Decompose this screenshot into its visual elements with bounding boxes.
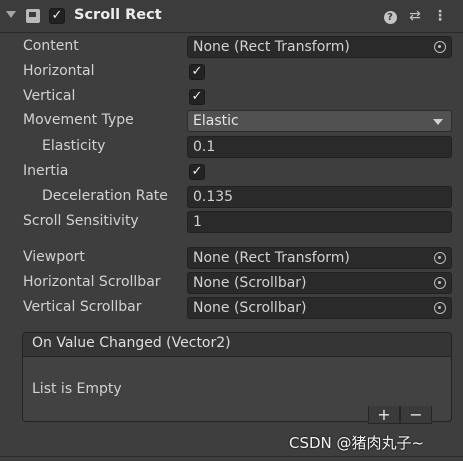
object-picker-icon[interactable] — [434, 41, 446, 53]
vertical-scrollbar-field[interactable]: None (Scrollbar) — [187, 297, 452, 319]
divider — [0, 456, 463, 457]
horizontal-row: Horizontal ✓ — [0, 61, 463, 83]
foldout-arrow-icon[interactable] — [6, 11, 16, 18]
content-row: Content None (Rect Transform) — [0, 36, 463, 58]
vertical-row: Vertical ✓ — [0, 86, 463, 108]
deceleration-rate-value: 0.135 — [193, 189, 234, 205]
kebab-menu-icon[interactable]: ⋮ — [432, 8, 448, 24]
vertical-scrollbar-row: Vertical Scrollbar None (Scrollbar) — [0, 297, 463, 319]
movement-type-label: Movement Type — [23, 112, 134, 128]
event-empty-text: List is Empty — [32, 381, 122, 397]
elasticity-value: 0.1 — [193, 139, 216, 155]
component-header: ✓ Scroll Rect ? ⇄ ⋮ — [0, 0, 463, 33]
presets-icon[interactable]: ⇄ — [407, 8, 423, 24]
inertia-label: Inertia — [23, 163, 69, 179]
event-title: On Value Changed (Vector2) — [32, 335, 231, 351]
object-picker-icon[interactable] — [434, 252, 446, 264]
vertical-checkbox[interactable]: ✓ — [189, 89, 205, 105]
elasticity-field[interactable]: 0.1 — [187, 136, 452, 158]
inertia-row: Inertia ✓ — [0, 161, 463, 183]
object-picker-icon[interactable] — [434, 302, 446, 314]
vertical-label: Vertical — [23, 88, 76, 104]
horizontal-scrollbar-field[interactable]: None (Scrollbar) — [187, 272, 452, 294]
component-icon — [26, 9, 40, 23]
scroll-sensitivity-row: Scroll Sensitivity 1 — [0, 211, 463, 233]
scroll-sensitivity-value: 1 — [193, 214, 202, 230]
scroll-sensitivity-field[interactable]: 1 — [187, 211, 452, 233]
add-listener-button[interactable]: + — [368, 406, 400, 424]
component-enabled-checkbox[interactable]: ✓ — [49, 8, 65, 24]
deceleration-rate-label: Deceleration Rate — [42, 188, 168, 204]
inertia-checkbox[interactable]: ✓ — [189, 164, 205, 180]
deceleration-rate-field[interactable]: 0.135 — [187, 186, 452, 208]
vertical-scrollbar-label: Vertical Scrollbar — [23, 299, 142, 315]
movement-type-value: Elastic — [193, 113, 239, 129]
viewport-object-field[interactable]: None (Rect Transform) — [187, 247, 452, 269]
horizontal-scrollbar-row: Horizontal Scrollbar None (Scrollbar) — [0, 272, 463, 294]
event-header: On Value Changed (Vector2) — [23, 333, 451, 357]
content-object-field[interactable]: None (Rect Transform) — [187, 36, 452, 58]
object-picker-icon[interactable] — [434, 277, 446, 289]
horizontal-label: Horizontal — [23, 63, 95, 79]
viewport-label: Viewport — [23, 249, 85, 265]
horizontal-checkbox[interactable]: ✓ — [189, 64, 205, 80]
movement-type-row: Movement Type Elastic — [0, 110, 463, 132]
elasticity-row: Elasticity 0.1 — [0, 136, 463, 158]
viewport-value: None (Rect Transform) — [193, 250, 350, 266]
scroll-sensitivity-label: Scroll Sensitivity — [23, 213, 139, 229]
checkmark-icon: ✓ — [51, 8, 63, 23]
horizontal-scrollbar-value: None (Scrollbar) — [193, 275, 307, 291]
content-label: Content — [23, 38, 79, 54]
elasticity-label: Elasticity — [42, 138, 106, 154]
component-title: Scroll Rect — [74, 7, 162, 23]
content-value: None (Rect Transform) — [193, 39, 350, 55]
minus-icon: − — [409, 405, 423, 424]
remove-listener-button[interactable]: − — [400, 406, 432, 424]
plus-icon: + — [377, 405, 391, 424]
help-icon[interactable]: ? — [382, 8, 398, 24]
deceleration-rate-row: Deceleration Rate 0.135 — [0, 186, 463, 208]
chevron-down-icon — [433, 119, 443, 125]
vertical-scrollbar-value: None (Scrollbar) — [193, 300, 307, 316]
viewport-row: Viewport None (Rect Transform) — [0, 247, 463, 269]
horizontal-scrollbar-label: Horizontal Scrollbar — [23, 274, 161, 290]
movement-type-dropdown[interactable]: Elastic — [187, 110, 452, 132]
watermark: CSDN @猪肉丸子~ — [289, 434, 425, 452]
